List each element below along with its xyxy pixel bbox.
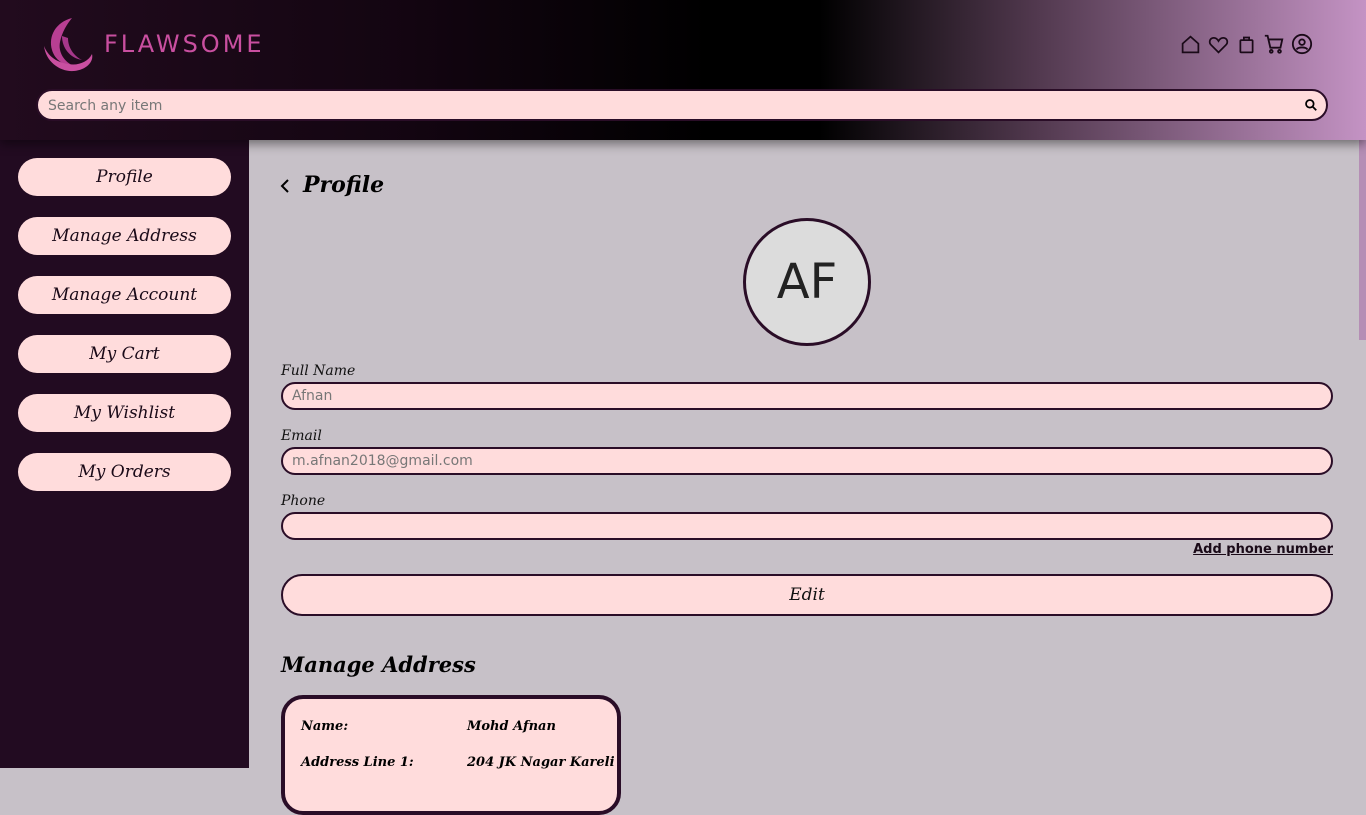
scrollbar[interactable]	[1359, 140, 1366, 340]
full-name-field	[281, 382, 1333, 410]
main-content: Profile AF Full Name Email Phone Add pho…	[249, 140, 1366, 815]
heart-icon[interactable]	[1207, 32, 1229, 56]
sidebar: Profile Manage Address Manage Account My…	[0, 140, 249, 768]
account-icon[interactable]	[1291, 32, 1313, 56]
search-input[interactable]	[46, 91, 1300, 121]
address-key: Name:	[301, 719, 349, 734]
edit-button[interactable]: Edit	[281, 574, 1333, 616]
sidebar-item-my-cart[interactable]: My Cart	[18, 335, 231, 373]
brand-name[interactable]: FLAWSOME	[104, 30, 265, 58]
moon-logo-icon[interactable]	[42, 16, 94, 72]
email-input[interactable]	[283, 449, 1331, 473]
home-icon[interactable]	[1179, 32, 1201, 56]
add-phone-link[interactable]: Add phone number	[1193, 542, 1333, 557]
email-field	[281, 447, 1333, 475]
address-card[interactable]: Name: Mohd Afnan Address Line 1: 204 JK …	[281, 695, 621, 815]
phone-field	[281, 512, 1333, 540]
page-title: Profile	[303, 172, 385, 198]
manage-address-title: Manage Address	[281, 652, 476, 677]
sidebar-item-manage-account[interactable]: Manage Account	[18, 276, 231, 314]
sidebar-item-profile[interactable]: Profile	[18, 158, 231, 196]
sidebar-item-my-wishlist[interactable]: My Wishlist	[18, 394, 231, 432]
header: FLAWSOME	[0, 0, 1366, 140]
shopping-bag-icon[interactable]	[1235, 32, 1257, 56]
address-value: Mohd Afnan	[467, 719, 556, 734]
chevron-left-icon[interactable]	[279, 178, 291, 198]
avatar: AF	[743, 218, 871, 346]
header-icons	[1179, 32, 1313, 56]
phone-input[interactable]	[283, 514, 1331, 538]
sidebar-item-my-orders[interactable]: My Orders	[18, 453, 231, 491]
search-bar	[36, 89, 1328, 121]
email-label: Email	[281, 428, 322, 444]
full-name-label: Full Name	[281, 363, 356, 379]
search-icon[interactable]	[1304, 97, 1318, 116]
phone-label: Phone	[281, 493, 326, 509]
full-name-input[interactable]	[283, 384, 1331, 408]
sidebar-item-manage-address[interactable]: Manage Address	[18, 217, 231, 255]
cart-icon[interactable]	[1263, 32, 1285, 56]
